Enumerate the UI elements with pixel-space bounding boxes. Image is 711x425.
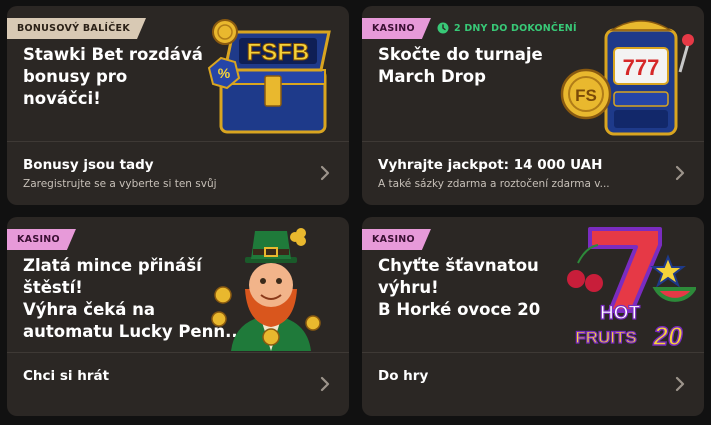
promo-card-lucky-penny[interactable]: KASINO Zlatá mince přináší štěstí! Výhra… (7, 217, 349, 416)
footer-title: Chci si hrát (23, 368, 110, 384)
category-badge: KASINO (7, 229, 76, 250)
footer-subtitle: A také sázky zdarma a roztočení zdarma v… (378, 178, 610, 190)
svg-text:777: 777 (623, 55, 660, 80)
divider (7, 352, 349, 353)
divider (362, 352, 704, 353)
leprechaun-icon (211, 228, 321, 351)
clock-icon (437, 22, 449, 34)
svg-text:FSFB: FSFB (247, 39, 310, 66)
footer-title: Vyhrajte jackpot: 14 000 UAH (378, 157, 603, 173)
treasure-chest-fsfb-icon: FSFB % (207, 19, 331, 134)
divider (7, 141, 349, 142)
card-title: Skočte do turnaje March Drop (378, 45, 543, 86)
svg-text:FRUITS: FRUITS (575, 328, 636, 347)
footer-title: Bonusy jsou tady (23, 157, 154, 173)
chevron-right-icon[interactable] (674, 164, 686, 182)
promo-card-tournament[interactable]: KASINO 2 DNY DO DOKONČENÍ Skočte do turn… (362, 6, 704, 205)
category-badge: BONUSOVÝ BALÍČEK (7, 18, 146, 39)
footer-title: Do hry (378, 368, 429, 384)
svg-text:FS: FS (575, 86, 597, 105)
category-badge: KASINO (362, 229, 431, 250)
svg-text:20: 20 (653, 321, 683, 351)
svg-text:HOT: HOT (600, 303, 641, 324)
chevron-right-icon[interactable] (674, 375, 686, 393)
chevron-right-icon[interactable] (319, 164, 331, 182)
promo-card-hot-fruits[interactable]: KASINO Chyťte šťavnatou výhru! B Horké o… (362, 217, 704, 416)
card-title: Chyťte šťavnatou výhru! B Horké ovoce 20 (378, 256, 541, 319)
footer-subtitle: Zaregistrujte se a vyberte si ten svůj (23, 178, 217, 190)
category-badge: KASINO (362, 18, 431, 39)
promo-card-bonus[interactable]: BONUSOVÝ BALÍČEK Stawki Bet rozdává bonu… (7, 6, 349, 205)
svg-text:%: % (218, 65, 231, 81)
chevron-right-icon[interactable] (319, 375, 331, 393)
card-title: Stawki Bet rozdává bonusy pro nováčci! (23, 45, 203, 108)
card-title: Zlatá mince přináší štěstí! Výhra čeká n… (23, 256, 244, 341)
divider (362, 141, 704, 142)
slot-machine-icon: 777 FS (560, 20, 694, 136)
hot-fruits-20-logo: HOT FRUITS 20 (567, 227, 696, 351)
